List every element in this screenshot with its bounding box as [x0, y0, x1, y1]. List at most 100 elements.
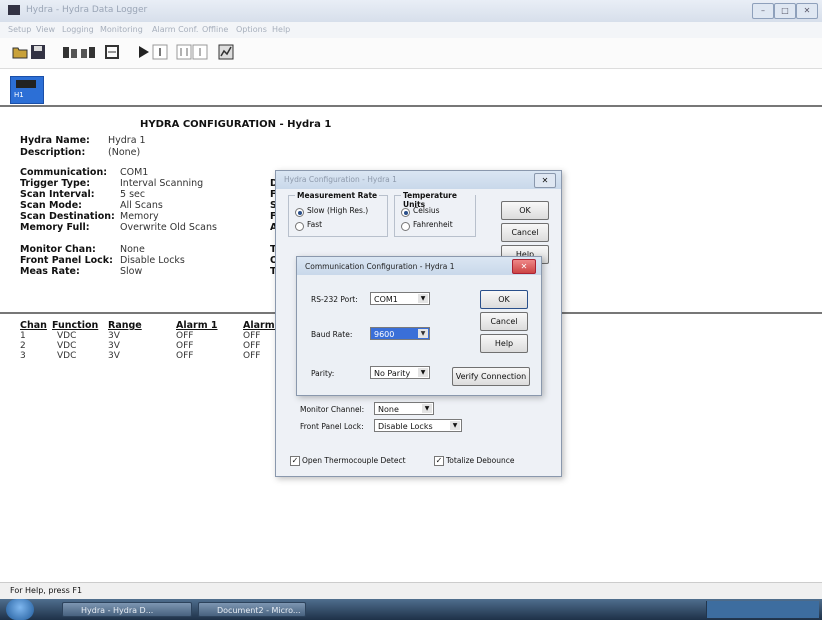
field-value: All Scans: [120, 200, 163, 211]
table-cell: OFF: [243, 341, 261, 351]
open-icon[interactable]: [12, 44, 28, 60]
front-panel-lock-value: Disable Locks: [378, 422, 433, 431]
stop-icon[interactable]: [192, 44, 208, 60]
dialog-title-bar: Communication Configuration - Hydra 1 ✕: [297, 257, 541, 275]
comm-ok-button[interactable]: OK: [480, 290, 528, 309]
hydra-cancel-button[interactable]: Cancel: [501, 223, 549, 242]
save-icon[interactable]: [30, 44, 46, 60]
menu-alarm-conf[interactable]: Alarm Conf.: [152, 25, 198, 34]
field-value: None: [120, 244, 145, 255]
parity-label: Parity:: [311, 369, 335, 378]
device-screen-icon: [16, 80, 36, 88]
close-button[interactable]: ✕: [796, 3, 818, 19]
field-value: COM1: [120, 167, 149, 178]
minimize-button[interactable]: –: [752, 3, 774, 19]
step-icon[interactable]: [176, 44, 192, 60]
menu-logging[interactable]: Logging: [62, 25, 94, 34]
menu-setup[interactable]: Setup: [8, 25, 31, 34]
device-bar: [0, 69, 822, 107]
taskbar-item-hydra[interactable]: Hydra - Hydra D...: [62, 602, 192, 617]
baud-rate-label: Baud Rate:: [311, 330, 353, 339]
chevron-down-icon: ▼: [418, 294, 428, 303]
maximize-button[interactable]: □: [774, 3, 796, 19]
dialog-close-icon[interactable]: ✕: [534, 173, 556, 188]
table-cell: OFF: [243, 351, 261, 361]
meas-rate-label: Measurement Rate: [295, 191, 380, 200]
hydra-name-value: Hydra 1: [108, 135, 146, 146]
field-value: Overwrite Old Scans: [120, 222, 217, 233]
verify-connection-button[interactable]: Verify Connection: [452, 367, 530, 386]
dialog-title-bar: Hydra Configuration - Hydra 1 ✕: [276, 171, 561, 189]
rs232-label: RS-232 Port:: [311, 295, 358, 304]
temp-c-label: Celsius: [413, 206, 440, 215]
hydra-name-label: Hydra Name:: [20, 135, 90, 146]
table-cell: 2: [20, 341, 26, 351]
dialog-title: Communication Configuration - Hydra 1: [305, 262, 455, 271]
field-value: Memory: [120, 211, 159, 222]
parity-value: No Parity: [374, 369, 411, 378]
temp-f-label: Fahrenheit: [413, 220, 453, 229]
table-cell: OFF: [176, 341, 194, 351]
temp-units-group: Temperature Units Celsius Fahrenheit: [394, 191, 476, 237]
scan-icon[interactable]: [104, 44, 120, 60]
front-panel-lock-select[interactable]: Disable Locks ▼: [374, 419, 462, 432]
field-value: Disable Locks: [120, 255, 185, 266]
comm-cancel-button[interactable]: Cancel: [480, 312, 528, 331]
taskbar: Hydra - Hydra D... Document2 - Micro...: [0, 599, 822, 620]
parity-select[interactable]: No Parity ▼: [370, 366, 430, 379]
table-cell: VDC: [57, 351, 77, 361]
config-title: HYDRA CONFIGURATION - Hydra 1: [140, 119, 332, 130]
table-cell: VDC: [57, 341, 77, 351]
menu-bar: Setup View Logging Monitoring Alarm Conf…: [0, 22, 822, 38]
monitor-channel-value: None: [378, 405, 399, 414]
window-title: Hydra - Hydra Data Logger: [26, 5, 148, 15]
temp-c-radio[interactable]: [401, 208, 410, 217]
table-cell: OFF: [176, 351, 194, 361]
totalize-checkbox[interactable]: ✓: [434, 456, 444, 466]
table-cell: VDC: [57, 331, 77, 341]
menu-options[interactable]: Options: [236, 25, 267, 34]
menu-help[interactable]: Help: [272, 25, 290, 34]
system-tray: [706, 601, 819, 618]
menu-offline[interactable]: Offline: [202, 25, 228, 34]
field-label: Communication:: [20, 167, 108, 178]
description-label: Description:: [20, 147, 86, 158]
start-button[interactable]: [6, 599, 34, 620]
table-cell: 3V: [108, 341, 120, 351]
status-text: For Help, press F1: [10, 586, 83, 595]
rate-slow-radio[interactable]: [295, 208, 304, 217]
download-config-icon[interactable]: [62, 44, 78, 60]
field-value: Interval Scanning: [120, 178, 204, 189]
comm-help-button[interactable]: Help: [480, 334, 528, 353]
pause-icon[interactable]: [152, 44, 168, 60]
hydra-device-icon[interactable]: H1: [10, 76, 44, 104]
taskbar-item-word[interactable]: Document2 - Micro...: [198, 602, 306, 617]
menu-view[interactable]: View: [36, 25, 55, 34]
upload-config-icon[interactable]: [80, 44, 96, 60]
front-panel-lock-label: Front Panel Lock:: [300, 422, 364, 431]
temp-f-radio[interactable]: [401, 222, 410, 231]
description-value: (None): [108, 147, 141, 158]
dialog-title: Hydra Configuration - Hydra 1: [284, 175, 397, 184]
field-label: Scan Mode:: [20, 200, 82, 211]
field-value: 5 sec: [120, 189, 146, 200]
field-label: Memory Full:: [20, 222, 90, 233]
rs232-select[interactable]: COM1 ▼: [370, 292, 430, 305]
table-cell: 1: [20, 331, 26, 341]
hydra-ok-button[interactable]: OK: [501, 201, 549, 220]
open-tc-checkbox[interactable]: ✓: [290, 456, 300, 466]
dialog-close-icon[interactable]: ✕: [512, 259, 536, 274]
rs232-value: COM1: [374, 295, 398, 304]
rate-fast-label: Fast: [307, 220, 323, 229]
app-icon: [8, 5, 20, 15]
status-bar: For Help, press F1: [0, 582, 822, 600]
comm-config-dialog: Communication Configuration - Hydra 1 ✕ …: [296, 256, 542, 396]
baud-rate-select[interactable]: 9600 ▼: [370, 327, 430, 340]
rate-slow-label: Slow (High Res.): [307, 206, 369, 215]
monitor-channel-select[interactable]: None ▼: [374, 402, 434, 415]
play-icon[interactable]: [136, 44, 152, 60]
chart-icon[interactable]: [218, 44, 234, 60]
col-alarm1: Alarm 1: [176, 320, 218, 331]
menu-monitoring[interactable]: Monitoring: [100, 25, 143, 34]
rate-fast-radio[interactable]: [295, 222, 304, 231]
